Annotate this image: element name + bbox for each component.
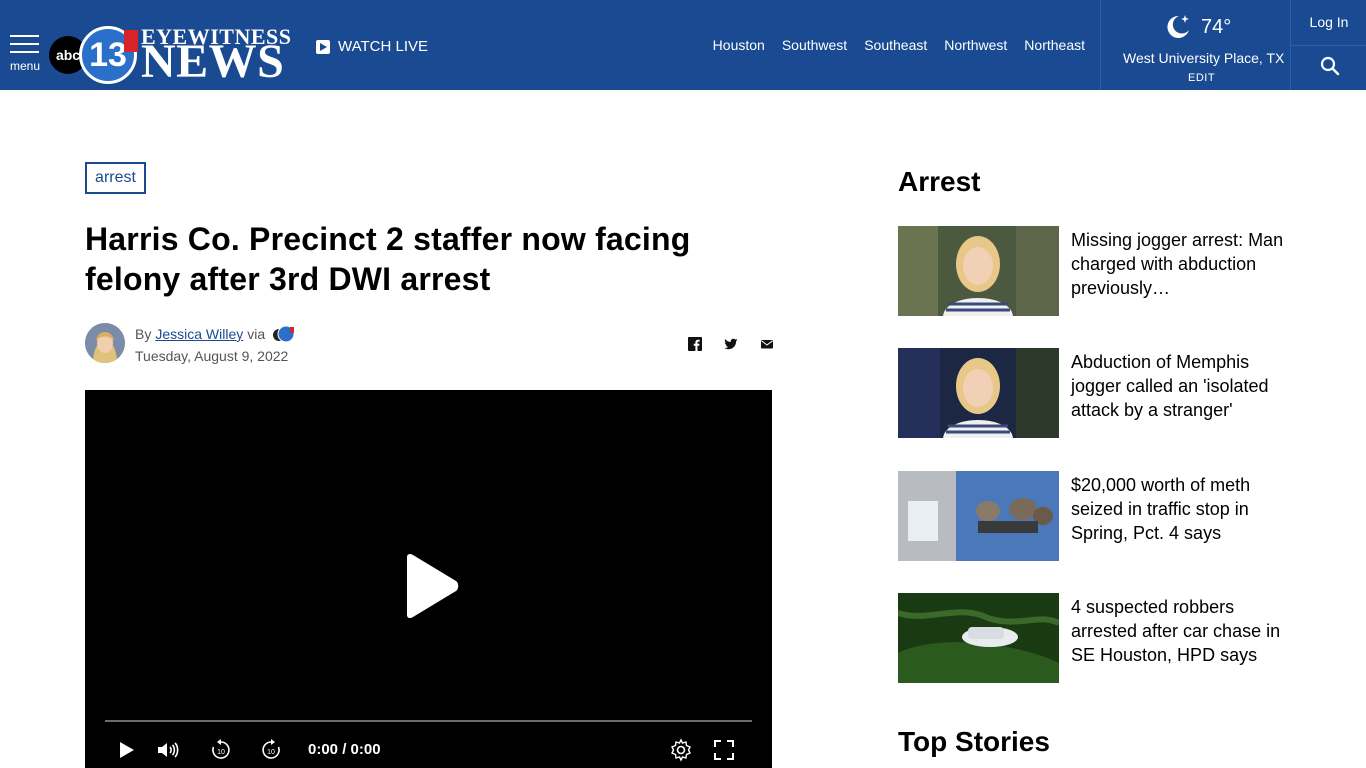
story-thumbnail [898, 226, 1059, 316]
author-avatar[interactable] [85, 323, 125, 363]
video-time: 0:00 / 0:00 [308, 741, 381, 758]
sidebar-story[interactable]: 4 suspected robbers arrested after car c… [898, 593, 1298, 683]
weather-widget[interactable]: 74° West University Place, TX EDIT [1100, 0, 1290, 90]
play-icon[interactable] [115, 738, 139, 762]
story-thumbnail [898, 471, 1059, 561]
video-progress-bar[interactable] [105, 720, 752, 722]
top-stories-title: Top Stories [898, 726, 1050, 757]
rewind-10-icon[interactable]: 10 [209, 738, 233, 762]
settings-gear-icon[interactable] [669, 738, 693, 762]
svg-text:10: 10 [217, 749, 225, 756]
watch-live-label: WATCH LIVE [338, 38, 429, 55]
logo-news-text: NEWS [141, 35, 285, 88]
story-title: 4 suspected robbers arrested after car c… [1071, 597, 1281, 665]
twitter-icon[interactable] [724, 337, 738, 351]
story-thumbnail [898, 348, 1059, 438]
svg-text:10: 10 [267, 749, 275, 756]
site-header: menu abc 13 EYEWITNESS NEWS WATCH LIVE H… [0, 0, 1366, 90]
play-icon[interactable] [401, 553, 461, 619]
video-controls: 10 10 0:00 / 0:00 [115, 738, 742, 762]
publish-date: Tuesday, August 9, 2022 [135, 348, 289, 364]
article-headline: Harris Co. Precinct 2 staffer now facing… [85, 221, 691, 297]
story-thumbnail [898, 593, 1059, 683]
weather-edit-link[interactable]: EDIT [1188, 72, 1215, 84]
account-area: Log In [1290, 0, 1366, 90]
region-nav: Houston Southwest Southeast Northwest No… [713, 37, 1085, 53]
play-icon [316, 39, 330, 54]
nav-link-houston[interactable]: Houston [713, 37, 765, 53]
menu-label: menu [10, 59, 41, 73]
search-icon[interactable] [1320, 56, 1340, 76]
nav-link-southwest[interactable]: Southwest [782, 37, 847, 53]
sidebar-story[interactable]: Missing jogger arrest: Man charged with … [898, 226, 1298, 316]
fullscreen-icon[interactable] [712, 738, 736, 762]
sidebar-story[interactable]: Abduction of Memphis jogger called an 'i… [898, 348, 1298, 438]
byline-by: By [135, 326, 152, 342]
moon-stars-icon [1167, 15, 1189, 38]
article-tag[interactable]: arrest [85, 162, 146, 194]
nav-link-northeast[interactable]: Northeast [1024, 37, 1085, 53]
watch-live-button[interactable]: WATCH LIVE [316, 38, 428, 55]
volume-icon[interactable] [155, 738, 179, 762]
story-title: Missing jogger arrest: Man charged with … [1071, 230, 1284, 298]
facebook-icon[interactable] [688, 337, 702, 351]
weather-location: West University Place, TX [1123, 50, 1285, 66]
sidebar-story[interactable]: $20,000 worth of meth seized in traffic … [898, 471, 1298, 561]
email-icon[interactable] [760, 337, 774, 351]
byline-text: By Jessica Willey via [135, 325, 295, 343]
divider [1291, 45, 1366, 46]
byline: By Jessica Willey via Tuesday, August 9,… [85, 323, 775, 367]
author-link[interactable]: Jessica Willey [155, 326, 243, 342]
story-title: $20,000 worth of meth seized in traffic … [1071, 475, 1251, 543]
nav-link-southeast[interactable]: Southeast [864, 37, 927, 53]
site-logo[interactable]: abc 13 EYEWITNESS NEWS [49, 20, 299, 86]
share-bar [688, 337, 774, 351]
hamburger-icon [10, 35, 39, 37]
byline-via: via [247, 326, 266, 342]
nav-link-northwest[interactable]: Northwest [944, 37, 1007, 53]
story-title: Abduction of Memphis jogger called an 'i… [1071, 352, 1269, 420]
video-player[interactable]: 10 10 0:00 / 0:00 [85, 390, 772, 768]
weather-temperature: 74° [1201, 16, 1232, 38]
sidebar-section-title: Arrest [898, 166, 981, 197]
menu-button[interactable]: menu [10, 35, 40, 75]
login-button[interactable]: Log In [1291, 14, 1366, 30]
abc13-mini-logo [273, 325, 295, 343]
logo-red-accent [124, 30, 138, 52]
forward-10-icon[interactable]: 10 [259, 738, 283, 762]
